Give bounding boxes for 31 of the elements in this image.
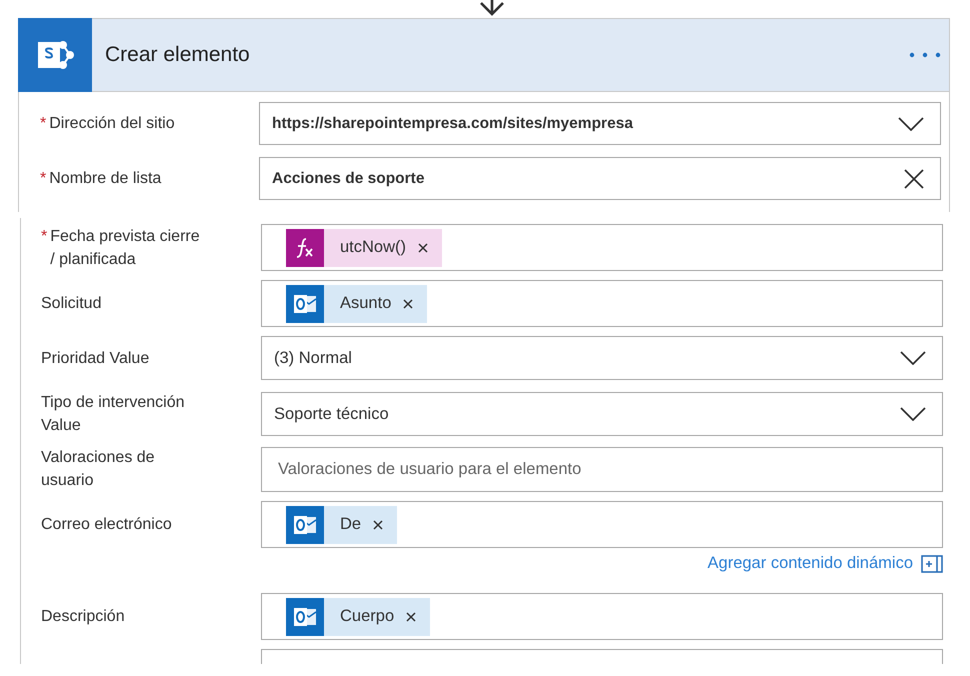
field-label: Valoraciones de usuario bbox=[41, 448, 156, 491]
required-mark: * bbox=[40, 169, 46, 189]
field-label: Descripción bbox=[41, 607, 126, 627]
field-label: Fecha prevista cierre / planificada bbox=[50, 226, 201, 270]
token-chip[interactable]: De bbox=[286, 506, 398, 544]
field-label: Solicitud bbox=[41, 294, 102, 314]
field-label: Correo electrónico bbox=[41, 515, 173, 535]
input-field[interactable]: Valoraciones de usuario para el elemento bbox=[261, 446, 943, 492]
input-field[interactable]: De bbox=[261, 501, 943, 548]
required-mark: * bbox=[40, 114, 46, 134]
token-chip[interactable]: utcNow() bbox=[286, 228, 442, 266]
field-label: Prioridad Value bbox=[41, 348, 150, 368]
token-chip[interactable]: Cuerpo bbox=[286, 598, 430, 636]
input-field[interactable]: Acciones de soporte bbox=[259, 157, 941, 200]
token-chip[interactable]: Asunto bbox=[286, 284, 428, 322]
input-field[interactable]: Asunto bbox=[261, 280, 943, 327]
field-value: Soporte técnico bbox=[274, 404, 390, 424]
field-value: (3) Normal bbox=[274, 348, 353, 368]
field-label: Dirección del sitio bbox=[49, 114, 176, 134]
field-value: Acciones de soporte bbox=[272, 170, 426, 188]
dropdown-field[interactable]: https://sharepointempresa.com/sites/myempresa bbox=[259, 102, 941, 145]
input-field[interactable]: utcNow() bbox=[261, 224, 943, 271]
field-value: https://sharepointempresa.com/sites/myempresa bbox=[272, 114, 634, 132]
input-field[interactable]: Cuerpo bbox=[261, 593, 943, 640]
required-mark: * bbox=[41, 226, 48, 246]
add-dynamic-content-link[interactable]: Agregar contenido dinámico bbox=[708, 554, 913, 573]
field-label: Nombre de lista bbox=[49, 169, 162, 189]
field-label: Tipo de intervención Value bbox=[41, 393, 186, 436]
dropdown-field[interactable]: (3) Normal bbox=[261, 336, 943, 380]
dropdown-field[interactable]: Soporte técnico bbox=[261, 392, 943, 436]
card-title: Crear elemento bbox=[105, 43, 251, 67]
